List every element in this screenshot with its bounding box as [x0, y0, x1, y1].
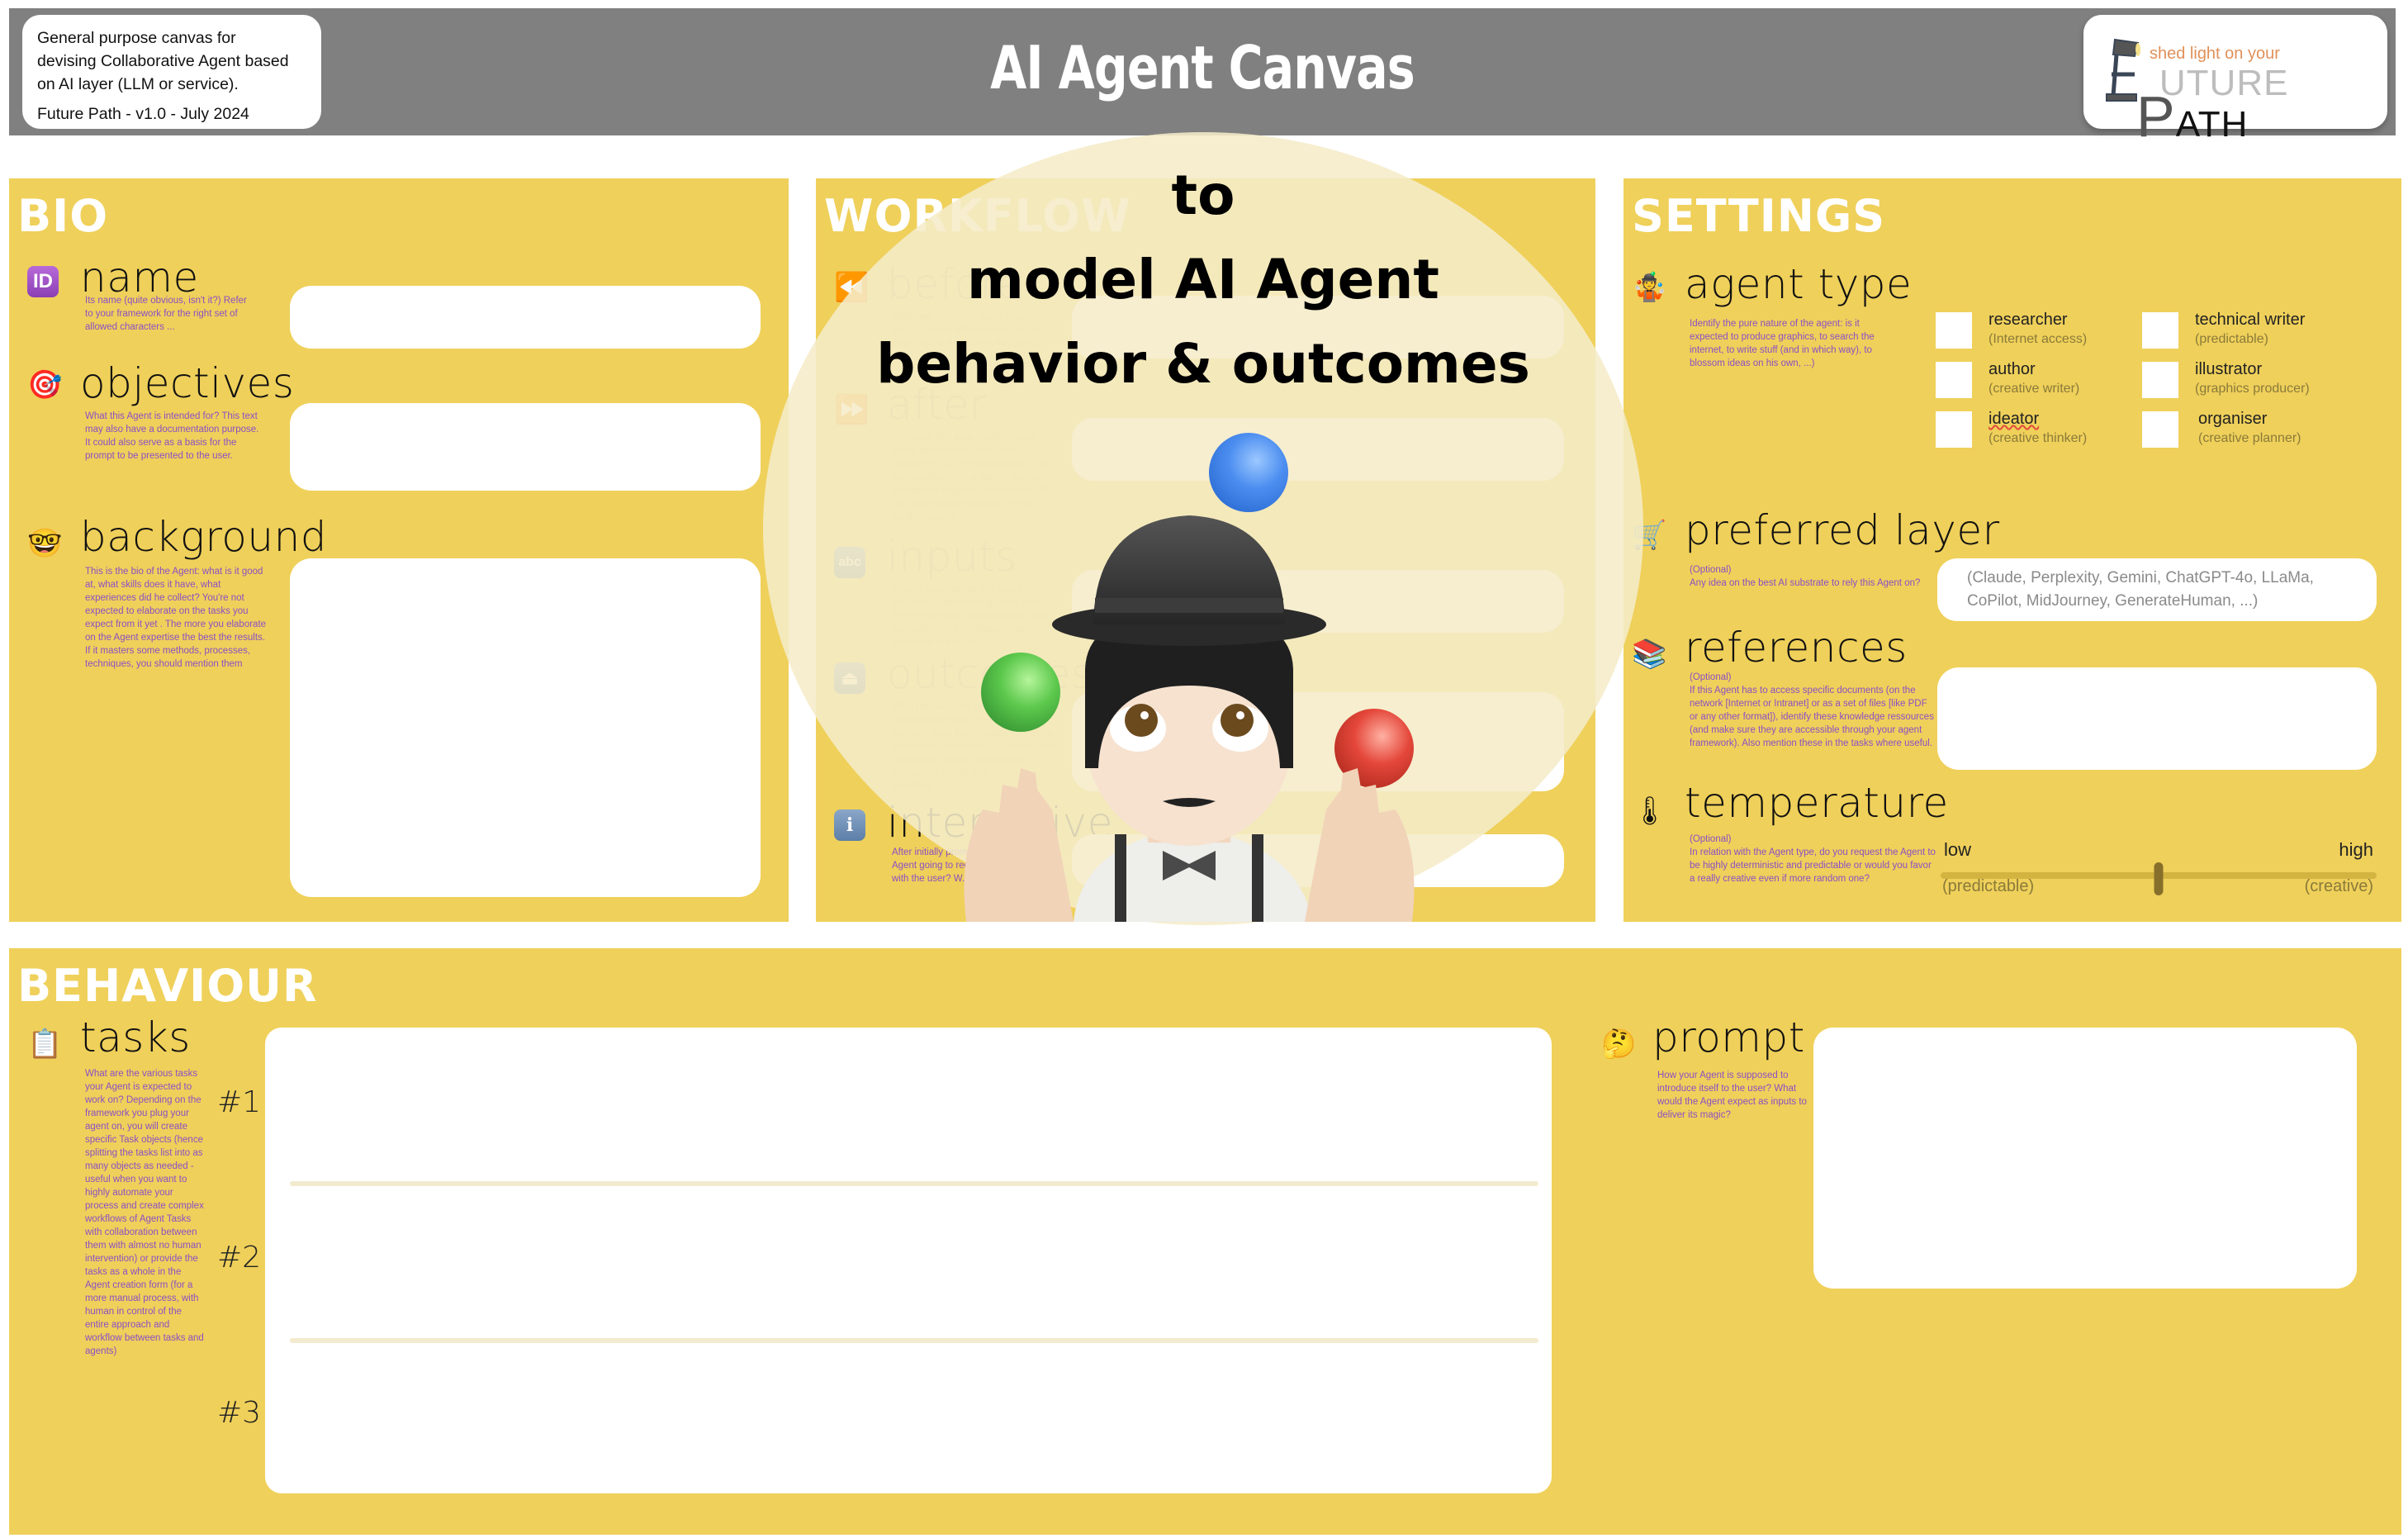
thermometer-icon: 🌡: [1632, 795, 1668, 828]
slider-high-label: high: [2339, 839, 2373, 860]
header-bar: General purpose canvas for devising Coll…: [9, 8, 2396, 145]
outcomes-help: What the user may get once this Agent co…: [892, 702, 1057, 791]
tasks-input[interactable]: [265, 1028, 1552, 1493]
prompt-label: prompt: [1652, 1013, 1805, 1061]
after-help: (Optional) Any idea of which Agent would…: [892, 433, 1049, 522]
agent-type-label: agent type: [1685, 260, 1913, 308]
fast-forward-icon: ⏩: [834, 393, 870, 426]
background-help: This is the bio of the Agent: what is it…: [85, 567, 267, 669]
person-juggling-icon: 🤹: [1632, 271, 1667, 304]
checkbox[interactable]: [1936, 312, 1972, 349]
slider-high-sublabel: (creative): [2304, 877, 2373, 895]
task-divider: [290, 1338, 1538, 1343]
background-input[interactable]: [290, 558, 761, 897]
abc-input-icon: abc: [834, 547, 867, 580]
behaviour-panel: BEHAVIOUR 📋 tasks What are the various t…: [9, 948, 2401, 1535]
bio-title: BIO: [17, 190, 109, 242]
preferred-layer-input[interactable]: (Claude, Perplexity, Gemini, ChatGPT-4o,…: [1937, 558, 2377, 621]
shopping-cart-icon: 🛒: [1632, 519, 1667, 552]
inputs-label: inputs: [887, 533, 1017, 581]
temperature-help: (Optional) In relation with the Agent ty…: [1690, 834, 1936, 884]
before-label: before: [887, 260, 1022, 308]
objectives-help: What this Agent is intended for? This te…: [85, 411, 259, 461]
before-help: (Optional) Does this Agent is working be…: [892, 312, 1048, 349]
checkbox[interactable]: [2142, 411, 2178, 448]
after-input[interactable]: [1072, 418, 1564, 481]
behaviour-title: BEHAVIOUR: [17, 960, 318, 1012]
name-input[interactable]: [290, 286, 761, 349]
tasks-help: What are the various tasks your Agent is…: [85, 1069, 204, 1356]
version-text: Future Path - v1.0 - July 2024: [37, 105, 249, 123]
task-number-1: #1: [217, 1085, 262, 1119]
checkbox[interactable]: [2142, 312, 2178, 349]
checkbox[interactable]: [2142, 362, 2178, 398]
preferred-layer-label: preferred layer: [1685, 506, 2000, 554]
objectives-input[interactable]: [290, 403, 761, 491]
outcomes-input[interactable]: [1072, 692, 1564, 791]
after-label: after: [887, 381, 987, 429]
temperature-slider[interactable]: low high (predictable) (creative): [1937, 839, 2380, 905]
slider-low-label: low: [1944, 839, 1972, 860]
interactive-help: After initially prompting the user, is t…: [892, 847, 1053, 884]
prompt-help: How your Agent is supposed to introduce …: [1657, 1070, 1807, 1120]
workflow-panel: WORKFLOW ⏪ before (Optional) Does this A…: [816, 178, 1595, 922]
references-input[interactable]: [1937, 667, 2377, 770]
thinking-face-icon: 🤔: [1601, 1028, 1637, 1061]
interactive-input[interactable]: [1072, 834, 1564, 887]
settings-panel: SETTINGS 🤹 agent type Identify the pure …: [1624, 178, 2401, 922]
agent-type-help: Identify the pure nature of the agent: i…: [1690, 319, 1875, 368]
task-number-3: #3: [217, 1396, 262, 1430]
temperature-label: temperature: [1685, 779, 1949, 827]
clipboard-icon: 📋: [27, 1028, 63, 1061]
checkbox[interactable]: [1936, 362, 1972, 398]
settings-title: SETTINGS: [1632, 190, 1886, 242]
future-path-logo: shed light on your FUTURE PATH: [2083, 15, 2387, 145]
workflow-title: WORKFLOW: [824, 190, 1131, 242]
references-label: references: [1685, 624, 1908, 672]
eject-icon: ⏏: [834, 662, 867, 695]
outcomes-label: outcomes: [887, 650, 1093, 698]
information-icon: i: [834, 809, 867, 843]
page-title: AI Agent Canvas: [990, 33, 1415, 102]
background-label: background: [80, 513, 327, 561]
rewind-icon: ⏪: [834, 271, 870, 304]
before-input[interactable]: [1072, 296, 1564, 358]
bio-panel: BIO ID name Its name (quite obvious, isn…: [9, 178, 789, 922]
slider-thumb[interactable]: [2154, 862, 2164, 895]
logo-wordmark: FUTURE PATH: [2136, 63, 2289, 149]
checkbox[interactable]: [1936, 411, 1972, 448]
prompt-input[interactable]: [1813, 1028, 2357, 1289]
references-help: (Optional) If this Agent has to access s…: [1690, 672, 1934, 748]
id-icon: ID: [27, 266, 60, 299]
logo-tagline: shed light on your: [2150, 45, 2280, 63]
slider-low-sublabel: (predictable): [1942, 877, 2035, 895]
inputs-help: What is expected by this Agent from the …: [892, 585, 1049, 648]
books-icon: 📚: [1632, 638, 1667, 671]
nerd-face-icon: 🤓: [27, 527, 63, 560]
task-divider: [290, 1181, 1538, 1186]
tasks-label: tasks: [80, 1013, 191, 1061]
preferred-layer-help: (Optional) Any idea on the best AI subst…: [1690, 565, 1921, 588]
inputs-input[interactable]: [1072, 570, 1564, 633]
name-help: Its name (quite obvious, isn't it?) Refe…: [85, 296, 247, 332]
task-number-2: #2: [217, 1241, 262, 1275]
dart-target-icon: 🎯: [27, 368, 63, 401]
objectives-label: objectives: [80, 359, 295, 407]
